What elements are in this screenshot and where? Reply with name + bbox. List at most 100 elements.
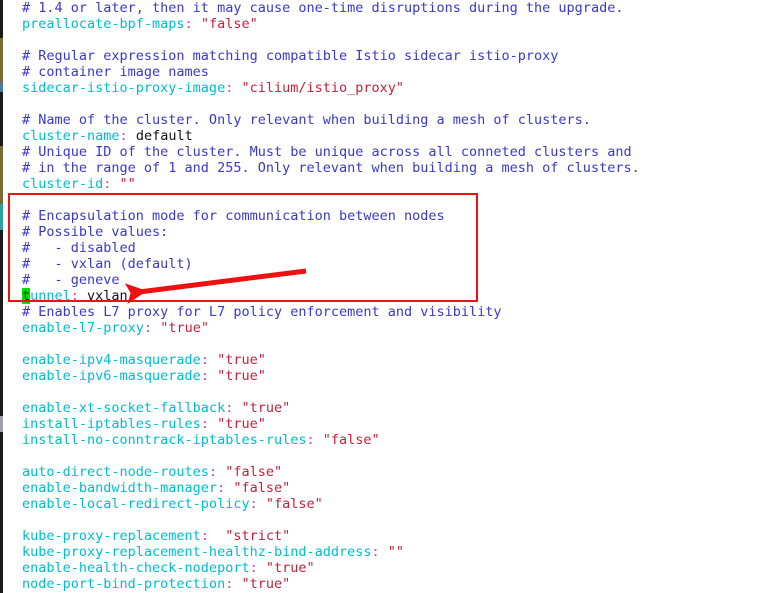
yaml-key[interactable]: preallocate-bpf-maps	[22, 16, 185, 32]
yaml-value[interactable]: "false"	[225, 464, 282, 480]
code-line[interactable]: node-port-bind-protection: "true"	[0, 576, 640, 592]
yaml-colon: :	[371, 544, 388, 560]
comment-text: # - disabled	[22, 240, 136, 256]
yaml-key[interactable]: cluster-name	[22, 128, 120, 144]
gutter-mark	[0, 204, 3, 230]
yaml-value[interactable]: "false"	[323, 432, 380, 448]
yaml-value[interactable]: "strict"	[225, 528, 290, 544]
code-line[interactable]: # Encapsulation mode for communication b…	[0, 208, 640, 224]
comment-text: # in the range of 1 and 255. Only releva…	[22, 160, 640, 176]
code-line[interactable]: # Name of the cluster. Only relevant whe…	[0, 112, 640, 128]
code-line[interactable]: # in the range of 1 and 255. Only releva…	[0, 160, 640, 176]
code-line[interactable]: # - vxlan (default)	[0, 256, 640, 272]
text-cursor: t	[22, 288, 31, 304]
code-line[interactable]	[0, 336, 640, 352]
code-line[interactable]: install-no-conntrack-iptables-rules: "fa…	[0, 432, 640, 448]
gutter-mark	[0, 416, 3, 432]
yaml-colon: :	[200, 528, 226, 544]
yaml-value[interactable]: ""	[120, 176, 136, 192]
code-line[interactable]	[0, 96, 640, 112]
code-line[interactable]	[0, 512, 640, 528]
yaml-value[interactable]: "true"	[217, 368, 266, 384]
code-line[interactable]	[0, 448, 640, 464]
yaml-value[interactable]: default	[136, 128, 193, 144]
code-line[interactable]	[0, 192, 640, 208]
yaml-key[interactable]: cluster-id	[22, 176, 103, 192]
yaml-value[interactable]: vxlan	[87, 288, 128, 304]
yaml-key[interactable]: install-no-conntrack-iptables-rules	[22, 432, 306, 448]
code-line[interactable]: preallocate-bpf-maps: "false"	[0, 16, 640, 32]
yaml-key[interactable]: kube-proxy-replacement	[22, 528, 201, 544]
code-content[interactable]: # 1.4 or later, then it may cause one-ti…	[0, 0, 640, 593]
yaml-value[interactable]: "true"	[160, 320, 209, 336]
yaml-key[interactable]: enable-ipv6-masquerade	[22, 368, 201, 384]
code-line[interactable]: enable-l7-proxy: "true"	[0, 320, 640, 336]
code-line[interactable]: install-iptables-rules: "true"	[0, 416, 640, 432]
code-line[interactable]: # - disabled	[0, 240, 640, 256]
code-line[interactable]: enable-ipv4-masquerade: "true"	[0, 352, 640, 368]
code-line[interactable]: sidecar-istio-proxy-image: "cilium/istio…	[0, 80, 640, 96]
code-line[interactable]: # Possible values:	[0, 224, 640, 240]
yaml-key[interactable]: enable-local-redirect-policy	[22, 496, 250, 512]
yaml-key[interactable]: enable-health-check-nodeport	[22, 560, 250, 576]
yaml-colon: :	[200, 352, 218, 368]
code-line[interactable]: cluster-id: ""	[0, 176, 640, 192]
comment-text: # 1.4 or later, then it may cause one-ti…	[22, 0, 624, 16]
code-line[interactable]: # - geneve	[0, 272, 640, 288]
code-line[interactable]: auto-direct-node-routes: "false"	[0, 464, 640, 480]
comment-text: # Name of the cluster. Only relevant whe…	[22, 112, 591, 128]
yaml-value[interactable]: "cilium/istio_proxy"	[241, 80, 404, 96]
gutter-mark	[0, 432, 3, 532]
code-line[interactable]: kube-proxy-replacement-healthz-bind-addr…	[0, 544, 640, 560]
code-line[interactable]	[0, 32, 640, 48]
yaml-value[interactable]: "true"	[217, 352, 266, 368]
yaml-editor-viewport[interactable]: # 1.4 or later, then it may cause one-ti…	[0, 0, 763, 593]
yaml-value[interactable]: "true"	[241, 400, 290, 416]
yaml-colon: :	[217, 480, 234, 496]
code-line[interactable]: enable-local-redirect-policy: "false"	[0, 496, 640, 512]
yaml-value[interactable]: "false"	[201, 16, 258, 32]
yaml-key[interactable]: install-iptables-rules	[22, 416, 201, 432]
code-line[interactable]: # Enables L7 proxy for L7 policy enforce…	[0, 304, 640, 320]
yaml-key[interactable]: node-port-bind-protection	[22, 576, 225, 592]
yaml-key[interactable]: auto-direct-node-routes	[22, 464, 209, 480]
yaml-value[interactable]: "true"	[241, 576, 290, 592]
comment-text: # Enables L7 proxy for L7 policy enforce…	[22, 304, 502, 320]
gutter-mark	[0, 82, 3, 92]
code-line[interactable]: # container image names	[0, 64, 640, 80]
yaml-colon: :	[208, 464, 226, 480]
yaml-value[interactable]: "false"	[233, 480, 290, 496]
yaml-colon: :	[103, 176, 120, 192]
yaml-value[interactable]: "true"	[217, 416, 266, 432]
code-line[interactable]: # Unique ID of the cluster. Must be uniq…	[0, 144, 640, 160]
code-line[interactable]: enable-bandwidth-manager: "false"	[0, 480, 640, 496]
code-line[interactable]: enable-health-check-nodeport: "true"	[0, 560, 640, 576]
yaml-colon: :	[225, 576, 242, 592]
yaml-key[interactable]: enable-bandwidth-manager	[22, 480, 217, 496]
gutter-mark	[0, 230, 3, 416]
comment-text: # Regular expression matching compatible…	[22, 48, 559, 64]
editor-gutter-strip	[0, 0, 4, 593]
yaml-key[interactable]: kube-proxy-replacement-healthz-bind-addr…	[22, 544, 372, 560]
code-line[interactable]: cluster-name: default	[0, 128, 640, 144]
yaml-value[interactable]: ""	[388, 544, 404, 560]
yaml-colon: :	[200, 416, 218, 432]
yaml-key[interactable]: enable-ipv4-masquerade	[22, 352, 201, 368]
yaml-key[interactable]: unnel	[30, 288, 71, 304]
yaml-key[interactable]: enable-l7-proxy	[22, 320, 144, 336]
yaml-colon: :	[143, 320, 161, 336]
code-line[interactable]: enable-xt-socket-fallback: "true"	[0, 400, 640, 416]
yaml-value[interactable]: "false"	[266, 496, 323, 512]
yaml-key[interactable]: sidecar-istio-proxy-image	[22, 80, 225, 96]
code-line[interactable]	[0, 384, 640, 400]
code-line[interactable]: kube-proxy-replacement: "strict"	[0, 528, 640, 544]
comment-text: # container image names	[22, 64, 209, 80]
comment-text: # - geneve	[22, 272, 120, 288]
code-line[interactable]: enable-ipv6-masquerade: "true"	[0, 368, 640, 384]
code-line[interactable]: tunnel: vxlan	[0, 288, 640, 304]
code-line[interactable]: # 1.4 or later, then it may cause one-ti…	[0, 0, 640, 16]
code-line[interactable]: # Regular expression matching compatible…	[0, 48, 640, 64]
yaml-key[interactable]: enable-xt-socket-fallback	[22, 400, 225, 416]
yaml-colon: :	[249, 560, 266, 576]
yaml-value[interactable]: "true"	[266, 560, 315, 576]
